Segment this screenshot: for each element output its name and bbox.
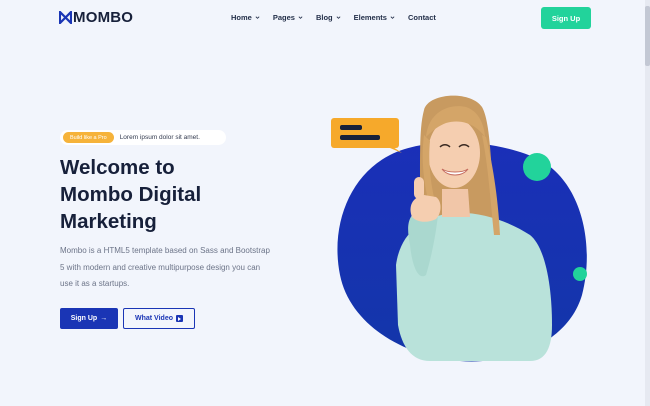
nav-item-label: Home bbox=[231, 13, 252, 22]
chevron-down-icon bbox=[255, 16, 260, 19]
hero-description: Mombo is a HTML5 template based on Sass … bbox=[60, 246, 270, 288]
page-scrollbar[interactable] bbox=[645, 0, 650, 406]
logo-mark-icon bbox=[59, 11, 72, 24]
watch-video-button[interactable]: What Video bbox=[123, 308, 195, 329]
hero-title-line: Mombo Digital bbox=[60, 183, 202, 206]
hero-title-line: Welcome to bbox=[60, 156, 175, 179]
nav-item-label: Contact bbox=[407, 13, 436, 22]
green-dot-large bbox=[523, 153, 551, 181]
nav-item-pages[interactable]: Pages bbox=[273, 13, 303, 22]
hero-signup-label: Sign Up bbox=[70, 315, 98, 322]
hero-badge: Build like a Pro bbox=[63, 132, 114, 143]
hero-signup-button[interactable]: Sign Up → bbox=[60, 308, 118, 329]
nav-item-home[interactable]: Home bbox=[231, 13, 260, 22]
nav-item-elements[interactable]: Elements bbox=[354, 13, 395, 22]
nav-item-contact[interactable]: Contact bbox=[408, 13, 436, 22]
brand-name: MOMBO bbox=[73, 9, 134, 26]
hero-badge-text: Lorem ipsum dolor sit amet. bbox=[119, 134, 200, 141]
arrow-right-icon: → bbox=[100, 315, 108, 322]
green-dot-small bbox=[573, 267, 587, 281]
header-signup-button[interactable]: Sign Up bbox=[541, 7, 591, 29]
scrollbar-thumb[interactable] bbox=[645, 6, 650, 66]
hero-announcement: Build like a Pro Lorem ipsum dolor sit a… bbox=[60, 130, 226, 145]
chevron-down-icon bbox=[336, 16, 341, 19]
brand-logo[interactable]: MOMBO bbox=[59, 9, 133, 26]
chat-bubble-icon bbox=[331, 118, 402, 153]
hero-title: Welcome to Mombo Digital Marketing bbox=[60, 154, 260, 235]
nav-item-blog[interactable]: Blog bbox=[316, 13, 341, 22]
hero-title-line: Marketing bbox=[60, 210, 157, 233]
watch-video-label: What Video bbox=[135, 315, 173, 322]
main-menu: Home Pages Blog Elements Contact bbox=[231, 13, 436, 22]
hero-illustration bbox=[331, 95, 587, 362]
play-icon bbox=[175, 315, 183, 322]
nav-item-label: Elements bbox=[353, 13, 387, 22]
nav-item-label: Pages bbox=[272, 13, 295, 22]
top-navbar: MOMBO Home Pages Blog Elements Contact S… bbox=[0, 0, 650, 40]
chevron-down-icon bbox=[298, 16, 303, 19]
nav-item-label: Blog bbox=[315, 13, 333, 22]
chevron-down-icon bbox=[390, 16, 395, 19]
